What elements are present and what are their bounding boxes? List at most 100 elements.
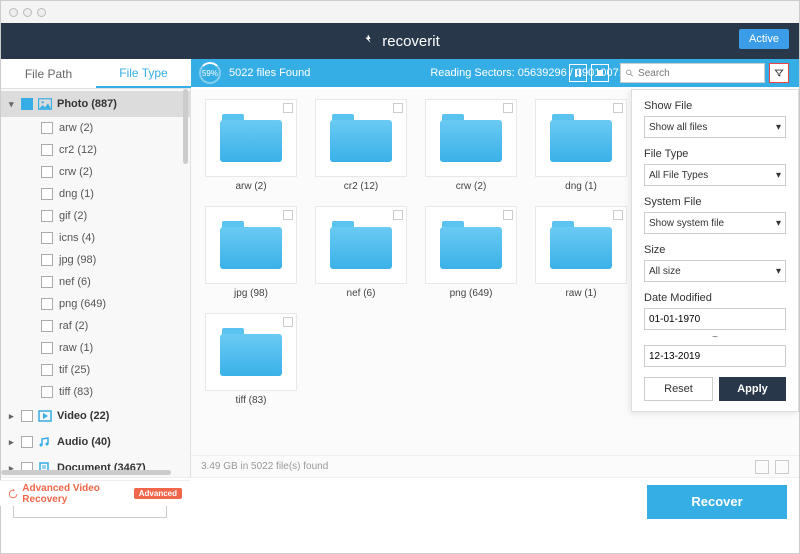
info-bar: 3.49 GB in 5022 file(s) found [191, 455, 799, 477]
traffic-light-max[interactable] [37, 8, 46, 17]
checkbox[interactable] [41, 386, 53, 398]
adv-recovery-badge: Advanced [134, 488, 182, 499]
recover-button[interactable]: Recover [647, 485, 787, 519]
tree-child-label: raw (1) [59, 342, 93, 354]
sidebar-h-scrollbar[interactable] [1, 470, 171, 475]
checkbox[interactable] [21, 436, 33, 448]
checkbox[interactable] [503, 210, 513, 220]
traffic-light-close[interactable] [9, 8, 18, 17]
folder-item[interactable]: dng (1) [535, 99, 627, 192]
folder-item[interactable]: png (649) [425, 206, 517, 299]
folder-item[interactable]: cr2 (12) [315, 99, 407, 192]
view-list-button[interactable] [775, 460, 789, 474]
tree-child-label: arw (2) [59, 122, 93, 134]
tab-file-path[interactable]: File Path [1, 59, 96, 88]
checkbox[interactable] [41, 364, 53, 376]
folder-item[interactable]: crw (2) [425, 99, 517, 192]
checkbox[interactable] [41, 166, 53, 178]
category-video[interactable]: ▸Video (22) [1, 403, 190, 429]
folder-item[interactable]: jpg (98) [205, 206, 297, 299]
checkbox[interactable] [613, 103, 623, 113]
checkbox[interactable] [503, 103, 513, 113]
checkbox[interactable] [21, 98, 33, 110]
checkbox[interactable] [41, 298, 53, 310]
folder-icon [220, 114, 282, 162]
tree-child[interactable]: tif (25) [1, 359, 190, 381]
info-text: 3.49 GB in 5022 file(s) found [201, 461, 328, 472]
folder-item[interactable]: nef (6) [315, 206, 407, 299]
chevron-down-icon: ▾ [776, 122, 781, 133]
tree-child[interactable]: icns (4) [1, 227, 190, 249]
status-bar: 59% 5022 files Found Reading Sectors: 05… [191, 59, 799, 87]
traffic-light-min[interactable] [23, 8, 32, 17]
checkbox[interactable] [41, 320, 53, 332]
filter-date-from[interactable] [644, 308, 786, 330]
sidebar-scrollbar[interactable] [183, 89, 188, 164]
filter-toggle-button[interactable] [769, 63, 789, 83]
tree-child[interactable]: dng (1) [1, 183, 190, 205]
tree-child[interactable]: gif (2) [1, 205, 190, 227]
checkbox[interactable] [41, 210, 53, 222]
checkbox[interactable] [41, 144, 53, 156]
checkbox[interactable] [393, 103, 403, 113]
advanced-video-recovery[interactable]: Advanced Video Recovery Advanced [0, 480, 190, 506]
tree-child[interactable]: crw (2) [1, 161, 190, 183]
checkbox[interactable] [41, 342, 53, 354]
checkbox[interactable] [41, 122, 53, 134]
chevron-right-icon: ▸ [9, 411, 17, 422]
checkbox[interactable] [283, 103, 293, 113]
content-area: arw (2)cr2 (12)crw (2)dng (1)icns (4)jpg… [191, 89, 799, 477]
folder-item[interactable]: raw (1) [535, 206, 627, 299]
chevron-down-icon: ▾ [9, 99, 17, 110]
checkbox[interactable] [21, 410, 33, 422]
sidebar: ▾ Photo (887) arw (2) cr2 (12) crw (2) dng … [1, 89, 191, 477]
tab-file-type[interactable]: File Type [96, 59, 191, 88]
filter-showfile-select[interactable]: Show all files▾ [644, 116, 786, 138]
filter-panel: Show File Show all files▾ File Type All Fi… [631, 89, 799, 412]
filter-systemfile-select[interactable]: Show system file▾ [644, 212, 786, 234]
checkbox[interactable] [613, 210, 623, 220]
folder-label: nef (6) [347, 288, 376, 299]
folder-item[interactable]: arw (2) [205, 99, 297, 192]
tree-child-label: crw (2) [59, 166, 93, 178]
filter-filetype-label: File Type [644, 148, 786, 160]
folder-thumb [535, 206, 627, 284]
checkbox[interactable] [41, 232, 53, 244]
tree-child[interactable]: raf (2) [1, 315, 190, 337]
filter-size-select[interactable]: All size▾ [644, 260, 786, 282]
category-audio[interactable]: ▸Audio (40) [1, 429, 190, 455]
checkbox[interactable] [41, 188, 53, 200]
pause-button[interactable] [569, 64, 587, 82]
view-grid-button[interactable] [755, 460, 769, 474]
tree-child[interactable]: cr2 (12) [1, 139, 190, 161]
tree-child[interactable]: nef (6) [1, 271, 190, 293]
checkbox[interactable] [283, 210, 293, 220]
brand-text: recoverit [382, 33, 440, 50]
stop-button[interactable] [591, 64, 609, 82]
checkbox[interactable] [283, 317, 293, 327]
tree-child[interactable]: png (649) [1, 293, 190, 315]
search-box[interactable] [620, 63, 765, 83]
active-badge[interactable]: Active [739, 29, 789, 49]
folder-thumb [315, 206, 407, 284]
chevron-down-icon: ▾ [776, 266, 781, 277]
filter-date-to[interactable] [644, 345, 786, 367]
filter-reset-button[interactable]: Reset [644, 377, 713, 401]
filter-showfile-label: Show File [644, 100, 786, 112]
filter-filetype-select[interactable]: All File Types▾ [644, 164, 786, 186]
audio-icon [37, 435, 53, 449]
category-photo[interactable]: ▾ Photo (887) [1, 91, 190, 117]
checkbox[interactable] [41, 276, 53, 288]
tree-child[interactable]: raw (1) [1, 337, 190, 359]
tree-child[interactable]: jpg (98) [1, 249, 190, 271]
tree-child[interactable]: arw (2) [1, 117, 190, 139]
tree-child[interactable]: tiff (83) [1, 381, 190, 403]
checkbox[interactable] [393, 210, 403, 220]
filter-size-label: Size [644, 244, 786, 256]
search-input[interactable] [638, 68, 760, 79]
folder-label: crw (2) [456, 181, 487, 192]
checkbox[interactable] [41, 254, 53, 266]
filter-apply-button[interactable]: Apply [719, 377, 786, 401]
tree-child-label: cr2 (12) [59, 144, 97, 156]
folder-item[interactable]: tiff (83) [205, 313, 297, 406]
